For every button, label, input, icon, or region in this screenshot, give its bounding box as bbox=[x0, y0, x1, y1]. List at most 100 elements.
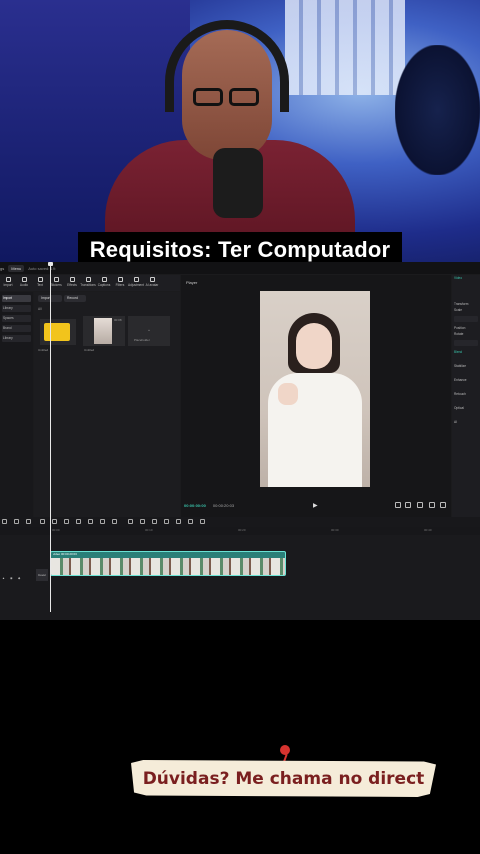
lock-icon[interactable]: ▲ bbox=[2, 576, 5, 580]
project-status: Auto saved: 19: bbox=[28, 265, 57, 271]
trim-icon[interactable] bbox=[188, 519, 193, 524]
tool-effects[interactable]: Effects bbox=[65, 275, 79, 291]
preview-face bbox=[296, 323, 332, 369]
nav-spaces[interactable]: Spaces bbox=[2, 315, 31, 322]
player-panel: Player 00:00:00:00 00:00:20:03 ▶ bbox=[181, 275, 451, 517]
tool-ai-avatar[interactable]: AI avatar bbox=[145, 275, 159, 291]
inspector-scale[interactable]: Scale bbox=[452, 307, 480, 313]
freeze-icon[interactable] bbox=[128, 519, 133, 524]
inspector-tab-video[interactable]: Video bbox=[452, 275, 480, 281]
crop-tool-icon[interactable] bbox=[100, 519, 105, 524]
mask-icon[interactable] bbox=[88, 519, 93, 524]
zoom-icon[interactable] bbox=[417, 502, 423, 508]
ruler-tick: 00:30 bbox=[331, 528, 339, 532]
split-right-icon[interactable] bbox=[64, 519, 69, 524]
tool-captions[interactable]: Captions bbox=[97, 275, 111, 291]
fullscreen-icon[interactable] bbox=[440, 502, 446, 508]
video-preview[interactable] bbox=[260, 291, 370, 487]
clip-label: video 00:00:20:03 bbox=[53, 552, 77, 556]
inspector-ai[interactable]: AI bbox=[452, 419, 480, 425]
adjustment-icon bbox=[133, 277, 139, 282]
scale-slider[interactable] bbox=[454, 316, 478, 322]
mirror-icon[interactable] bbox=[152, 519, 157, 524]
inspector-retouch[interactable]: Retouch bbox=[452, 391, 480, 397]
media-toolbar: Import Audio Text Stickers Effects Trans… bbox=[0, 275, 180, 291]
timeline-playhead[interactable] bbox=[48, 262, 53, 612]
inspector-optical[interactable]: Optical bbox=[452, 405, 480, 411]
tool-text[interactable]: Text bbox=[33, 275, 47, 291]
cover-button[interactable]: Cover bbox=[36, 569, 48, 581]
media-video-label: Untitled bbox=[84, 348, 95, 352]
effects-icon bbox=[69, 277, 75, 282]
audio-icon bbox=[21, 277, 27, 282]
reverse-icon[interactable] bbox=[140, 519, 145, 524]
filters-icon bbox=[117, 277, 123, 282]
inspector-blend[interactable]: Blend bbox=[452, 349, 480, 355]
visibility-icon[interactable]: ◉ bbox=[10, 576, 13, 580]
editor-topbar: gs Menu Auto saved: 19: bbox=[0, 262, 480, 274]
captions-icon bbox=[101, 277, 107, 282]
player-timecode: 00:00:00:00 00:00:20:03 bbox=[184, 503, 234, 508]
tool-stickers[interactable]: Stickers bbox=[49, 275, 63, 291]
nav-library[interactable]: Library bbox=[2, 305, 31, 312]
tool-import[interactable]: Import bbox=[1, 275, 15, 291]
ratio-icon[interactable] bbox=[405, 502, 411, 508]
redo-icon[interactable] bbox=[26, 519, 31, 524]
magic-icon[interactable] bbox=[112, 519, 117, 524]
ruler-tick: 00:20 bbox=[238, 528, 246, 532]
media-panel: Import Record All Untitled 00:08 Untitle… bbox=[34, 292, 180, 517]
inspector-stabilize[interactable]: Stabilize bbox=[452, 363, 480, 369]
time-total: 00:00:20:03 bbox=[212, 503, 235, 508]
webcam-view bbox=[0, 0, 480, 262]
inspector-rotate[interactable]: Rotate bbox=[452, 331, 480, 337]
avatar-icon bbox=[149, 277, 155, 282]
presenter bbox=[105, 20, 355, 262]
clip-filmstrip bbox=[51, 558, 285, 575]
sticker-icon bbox=[53, 277, 59, 282]
background-plant bbox=[395, 45, 480, 175]
add-icon: + bbox=[148, 328, 150, 332]
nav-brand[interactable]: Brand bbox=[2, 325, 31, 332]
microphone-icon bbox=[213, 148, 263, 218]
media-folder-label: Untitled bbox=[38, 348, 49, 352]
inspector-enhance[interactable]: Enhance bbox=[452, 377, 480, 383]
video-thumbnail bbox=[94, 318, 112, 344]
glasses-icon bbox=[193, 88, 263, 106]
media-left-nav: Import Library Spaces Brand Library bbox=[0, 292, 33, 517]
rotate-tool-icon[interactable] bbox=[164, 519, 169, 524]
speed-icon[interactable] bbox=[176, 519, 181, 524]
media-folder-item[interactable] bbox=[40, 319, 76, 345]
transitions-icon bbox=[85, 277, 91, 282]
rotate-control[interactable] bbox=[454, 340, 478, 346]
tool-adjustment[interactable]: Adjustment bbox=[128, 275, 144, 291]
time-current: 00:00:00:00 bbox=[184, 503, 206, 508]
snapshot-icon[interactable] bbox=[429, 502, 435, 508]
nav-library-2[interactable]: Library bbox=[2, 335, 31, 342]
inspector-panel: Video Transform Scale Position Rotate Bl… bbox=[452, 275, 480, 517]
media-placeholder-label: Placeholder bbox=[134, 338, 150, 342]
media-filter[interactable]: All bbox=[38, 307, 42, 311]
record-button[interactable]: Record bbox=[64, 295, 86, 302]
video-clip[interactable]: video 00:00:20:03 bbox=[50, 551, 286, 576]
tool-audio[interactable]: Audio bbox=[17, 275, 31, 291]
audio-mute-icon[interactable]: ◆ bbox=[18, 576, 20, 580]
play-icon[interactable]: ▶ bbox=[313, 502, 318, 509]
menu-button[interactable]: Menu bbox=[8, 264, 25, 272]
split-left-icon[interactable] bbox=[52, 519, 57, 524]
import-icon bbox=[5, 277, 11, 282]
timeline-track-area: ▲ ◉ ◆ Cover bbox=[0, 535, 480, 620]
ruler-tick: 00:00 bbox=[52, 528, 60, 532]
video-editor: gs Menu Auto saved: 19: Import Audio Tex… bbox=[0, 262, 480, 620]
split-icon[interactable] bbox=[40, 519, 45, 524]
tab-left[interactable]: gs bbox=[0, 266, 4, 271]
select-icon[interactable] bbox=[2, 519, 7, 524]
ai-tool-icon[interactable] bbox=[200, 519, 205, 524]
undo-icon[interactable] bbox=[14, 519, 19, 524]
tool-filters[interactable]: Filters bbox=[113, 275, 127, 291]
nav-import[interactable]: Import bbox=[2, 295, 31, 302]
crop-icon[interactable] bbox=[395, 502, 401, 508]
delete-icon[interactable] bbox=[76, 519, 81, 524]
timeline-toolbar bbox=[0, 517, 480, 527]
tool-transitions[interactable]: Transitions bbox=[80, 275, 96, 291]
ruler-tick: 00:40 bbox=[424, 528, 432, 532]
